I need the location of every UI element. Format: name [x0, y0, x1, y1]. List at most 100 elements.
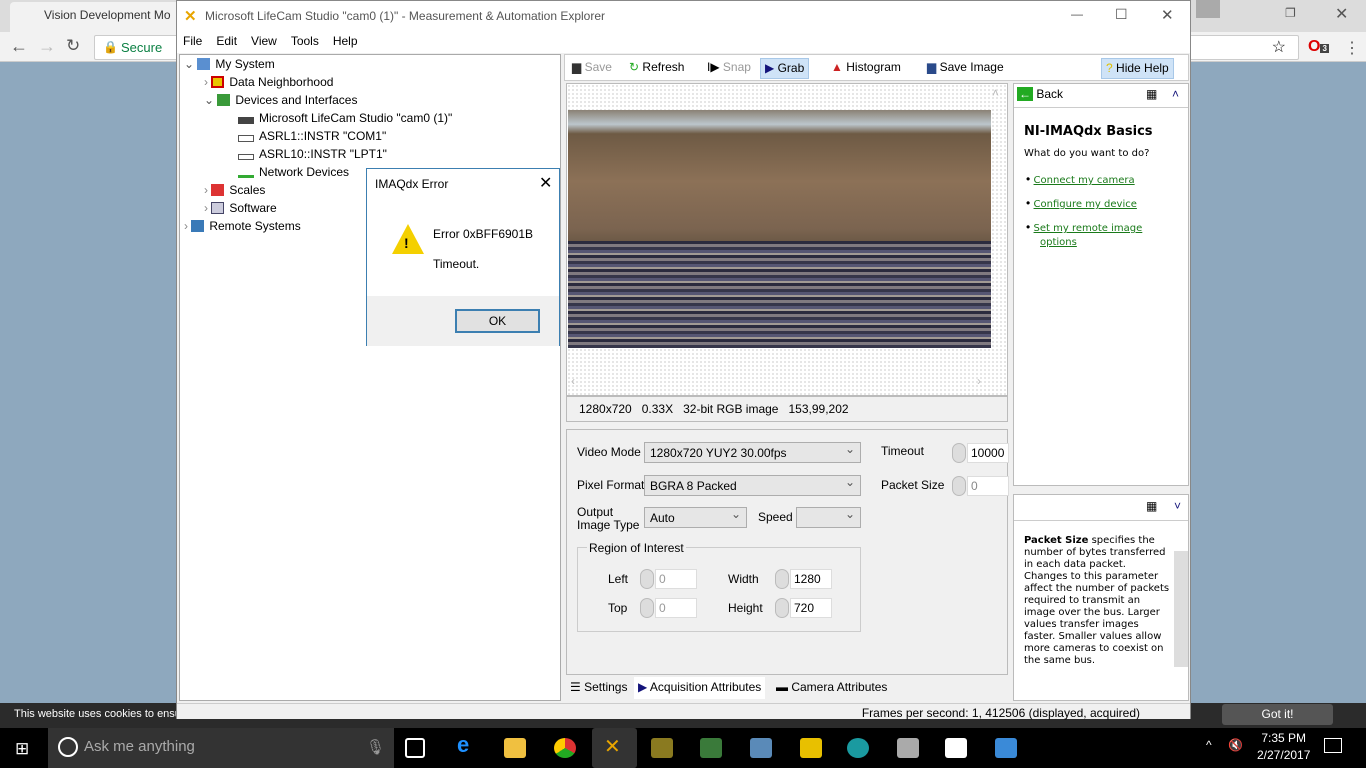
edge-icon[interactable]: e	[457, 732, 479, 757]
timeout-input[interactable]: 10000	[967, 443, 1009, 463]
maximize-button[interactable]: ☐	[1115, 6, 1128, 23]
labview-icon[interactable]	[651, 738, 673, 758]
task-view-icon[interactable]	[405, 738, 425, 758]
microphone-icon[interactable]: 🎙	[366, 738, 385, 756]
tab-camera-attributes[interactable]: ▬ Camera Attributes	[772, 677, 891, 699]
help-window-icon[interactable]: ▦	[1146, 87, 1157, 101]
roi-top-input[interactable]: 0	[655, 598, 697, 618]
menu-file[interactable]: File	[183, 34, 202, 48]
packet-size-spinner[interactable]	[952, 476, 966, 496]
close-icon[interactable]: ✕	[1335, 4, 1348, 24]
arduino-icon[interactable]	[847, 738, 869, 758]
tree-remote-systems[interactable]: › Remote Systems	[184, 219, 301, 233]
file-explorer-icon[interactable]	[504, 738, 526, 758]
menu-tools[interactable]: Tools	[291, 34, 319, 48]
scroll-left-icon[interactable]: ‹	[571, 374, 575, 388]
tree-my-system[interactable]: ⌄ My System	[184, 57, 275, 71]
tree-software[interactable]: › Software	[204, 201, 277, 215]
help-scrollbar[interactable]	[1174, 551, 1188, 667]
back-button[interactable]: ← Back	[1017, 87, 1063, 101]
help-window-icon[interactable]: ▦	[1146, 499, 1157, 513]
acquisition-settings: Video Mode 1280x720 YUY2 30.00fps Pixel …	[566, 429, 1009, 675]
menu-view[interactable]: View	[251, 34, 277, 48]
tree-devices-interfaces[interactable]: ⌄ Devices and Interfaces	[204, 93, 357, 107]
remote-image-options-link[interactable]: Set my remote image options	[1034, 223, 1143, 248]
context-help-header: ▦ ˅	[1014, 495, 1188, 521]
action-center-icon[interactable]	[1324, 738, 1342, 753]
timeout-spinner[interactable]	[952, 443, 966, 463]
clock[interactable]: 7:35 PM 2/27/2017	[1257, 731, 1310, 762]
opera-extension-icon[interactable]: O3	[1308, 38, 1329, 56]
configure-device-link[interactable]: Configure my device	[1034, 199, 1137, 210]
help-title: NI-IMAQdx Basics	[1024, 124, 1153, 139]
roi-left-spinner[interactable]	[640, 569, 654, 589]
image-viewer[interactable]: ˄ ‹ ›	[566, 83, 1008, 396]
tree-data-neighborhood[interactable]: › Data Neighborhood	[204, 75, 333, 89]
tab-acquisition-attributes[interactable]: ▶ Acquisition Attributes	[634, 677, 766, 699]
roi-height-spinner[interactable]	[775, 598, 789, 618]
save-image-icon: ▆	[927, 60, 937, 74]
roi-left-input[interactable]: 0	[655, 569, 697, 589]
scroll-right-icon[interactable]: ›	[977, 374, 981, 388]
configuration-tree: ⌄ My System › Data Neighborhood ⌄ Device…	[179, 54, 561, 701]
close-button[interactable]: ✕	[1161, 6, 1174, 24]
region-of-interest-group: Region of Interest Left 0 Top 0 Width 12…	[577, 542, 861, 632]
tree-asrl1[interactable]: ASRL1::INSTR "COM1"	[238, 129, 386, 143]
hide-help-button[interactable]: ? Hide Help	[1101, 58, 1174, 79]
output-image-type-select[interactable]: Auto	[644, 507, 747, 528]
menu-edit[interactable]: Edit	[216, 34, 237, 48]
menu-help[interactable]: Help	[333, 34, 358, 48]
bookmark-star-icon[interactable]: ☆	[1272, 37, 1286, 57]
devices-icon	[217, 94, 231, 106]
expand-icon[interactable]: ˅	[1174, 499, 1181, 513]
chrome-icon[interactable]	[554, 738, 576, 758]
roi-height-label: Height	[728, 601, 763, 615]
roi-height-input[interactable]: 720	[790, 598, 832, 618]
forward-icon[interactable]: →	[38, 36, 56, 57]
scroll-up-icon[interactable]: ˄	[992, 86, 999, 100]
histogram-button[interactable]: ▲ Histogram	[827, 58, 905, 79]
collapse-icon[interactable]: ˄	[1172, 87, 1179, 101]
tree-network-devices[interactable]: Network Devices	[238, 165, 349, 179]
speed-select[interactable]	[796, 507, 861, 528]
app-icon-5[interactable]	[995, 738, 1017, 758]
roi-top-spinner[interactable]	[640, 598, 654, 618]
menu-icon[interactable]: ⋮	[1344, 38, 1360, 58]
ok-button[interactable]: OK	[455, 309, 540, 333]
packet-size-input[interactable]: 0	[967, 476, 1009, 496]
roi-width-spinner[interactable]	[775, 569, 789, 589]
restore-icon[interactable]: ❐	[1285, 6, 1296, 20]
cortana-search[interactable]: Ask me anything 🎙	[48, 728, 394, 768]
save-image-button[interactable]: ▆ Save Image	[923, 58, 1008, 79]
profile-icon[interactable]	[1196, 0, 1220, 18]
video-mode-select[interactable]: 1280x720 YUY2 30.00fps	[644, 442, 861, 463]
reload-icon[interactable]: ↻	[66, 36, 80, 56]
image-viewer-icon[interactable]	[945, 738, 967, 758]
app-icon-3[interactable]	[800, 738, 822, 758]
tray-chevron-icon[interactable]: ^	[1206, 738, 1212, 752]
dialog-close-icon[interactable]: ✕	[539, 173, 552, 193]
app-icon-4[interactable]	[897, 738, 919, 758]
tree-asrl10[interactable]: ASRL10::INSTR "LPT1"	[238, 147, 387, 161]
help-links: • Connect my camera • Configure my devic…	[1026, 172, 1143, 249]
back-icon[interactable]: ←	[10, 36, 28, 57]
max-app-icon[interactable]: ✕	[592, 728, 637, 768]
histogram-icon: ▲	[831, 60, 843, 74]
app-icon-1[interactable]	[700, 738, 722, 758]
roi-width-input[interactable]: 1280	[790, 569, 832, 589]
refresh-button[interactable]: ↻ Refresh	[625, 58, 688, 79]
tree-scales[interactable]: › Scales	[204, 183, 265, 197]
volume-muted-icon[interactable]: 🔇	[1228, 738, 1243, 752]
snap-button[interactable]: I▶ Snap	[703, 58, 755, 79]
app-icon-2[interactable]	[750, 738, 772, 758]
grab-button[interactable]: ▶ Grab	[760, 58, 810, 79]
minimize-button[interactable]: —	[1071, 7, 1083, 21]
save-button[interactable]: ▆ Save	[568, 58, 616, 79]
windows-start-icon[interactable]: ⊞	[15, 739, 29, 759]
connect-camera-link[interactable]: Connect my camera	[1034, 175, 1135, 186]
pixel-format-select[interactable]: BGRA 8 Packed	[644, 475, 861, 496]
toolbar: ▆ Save ↻ Refresh I▶ Snap ▶ Grab ▲ Histog…	[564, 54, 1189, 81]
tab-settings[interactable]: ☰ Settings	[566, 677, 631, 699]
tree-camera[interactable]: Microsoft LifeCam Studio "cam0 (1)"	[238, 111, 452, 125]
got-it-button[interactable]: Got it!	[1222, 704, 1333, 725]
